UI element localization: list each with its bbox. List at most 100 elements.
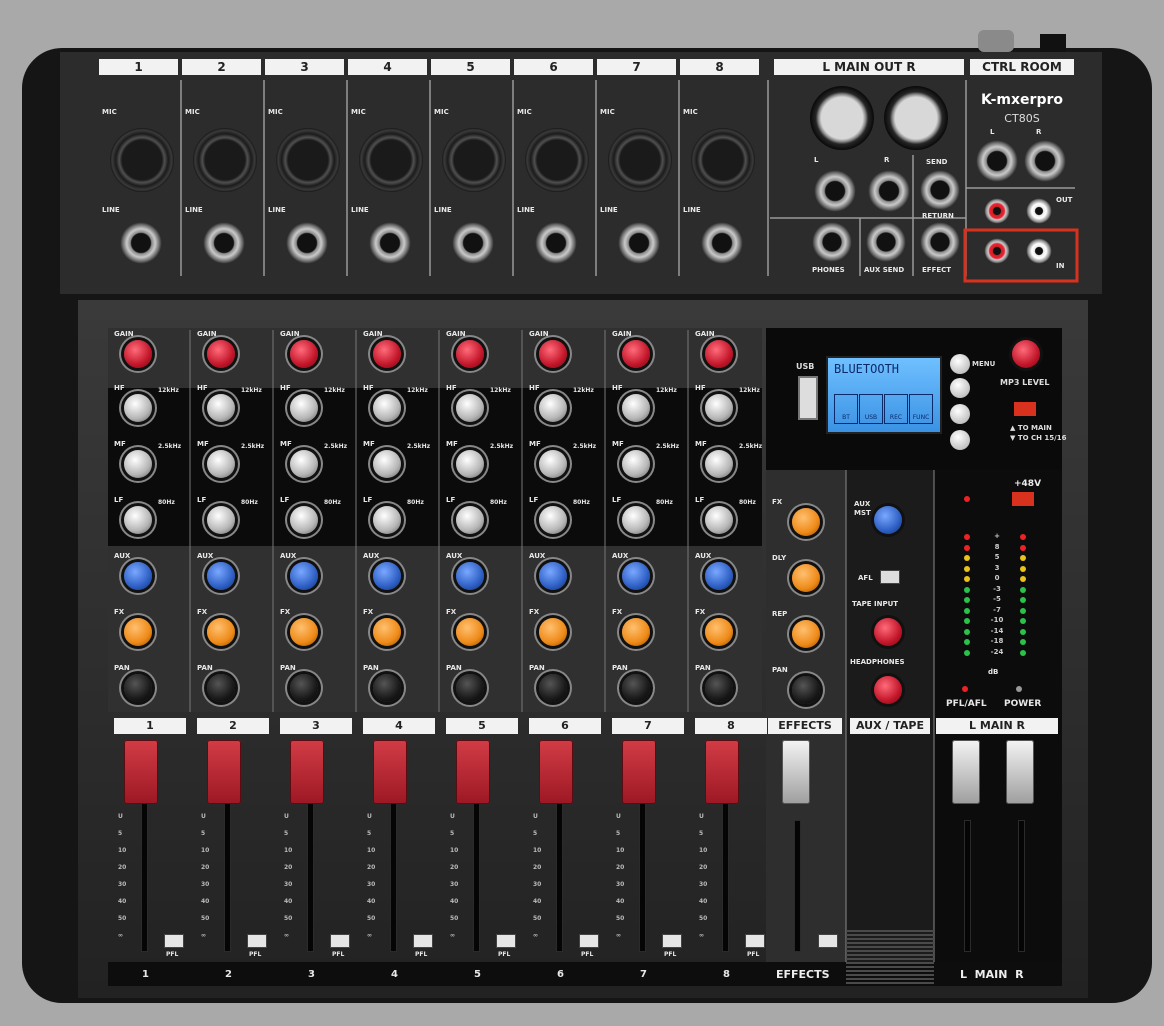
ch3-gain-knob[interactable]	[290, 340, 318, 368]
effects-dly-knob[interactable]	[792, 564, 820, 592]
headphones-knob[interactable]	[874, 676, 902, 704]
ch1-fader[interactable]	[124, 740, 158, 804]
ch8-mf-knob[interactable]	[705, 450, 733, 478]
afl-button[interactable]	[880, 570, 900, 584]
aux-send-jack[interactable]	[866, 222, 906, 262]
mp3-route-switch[interactable]	[1014, 402, 1036, 416]
mic-xlr-2[interactable]	[193, 128, 257, 192]
ch4-aux-knob[interactable]	[373, 562, 401, 590]
line-jack-6[interactable]	[535, 222, 577, 264]
main-l-fader[interactable]	[952, 740, 980, 804]
ch3-pan-knob[interactable]	[290, 674, 318, 702]
ch2-fx-knob[interactable]	[207, 618, 235, 646]
ch4-lf-knob[interactable]	[373, 506, 401, 534]
phones-jack[interactable]	[812, 222, 852, 262]
ctrl-room-l-jack[interactable]	[976, 140, 1018, 182]
ch7-fader[interactable]	[622, 740, 656, 804]
ch4-fader[interactable]	[373, 740, 407, 804]
ch2-pfl-button[interactable]	[247, 934, 267, 948]
ch6-fader[interactable]	[539, 740, 573, 804]
mic-xlr-7[interactable]	[608, 128, 672, 192]
ch3-fx-knob[interactable]	[290, 618, 318, 646]
prev-button[interactable]	[950, 378, 970, 398]
ch6-aux-knob[interactable]	[539, 562, 567, 590]
ch1-fx-knob[interactable]	[124, 618, 152, 646]
ch1-aux-knob[interactable]	[124, 562, 152, 590]
ctrl-room-out-r-rca[interactable]	[1026, 198, 1052, 224]
line-jack-7[interactable]	[618, 222, 660, 264]
effects-rep-knob[interactable]	[792, 620, 820, 648]
mp3-level-knob[interactable]	[1012, 340, 1040, 368]
mic-xlr-6[interactable]	[525, 128, 589, 192]
ch3-mf-knob[interactable]	[290, 450, 318, 478]
ch2-lf-knob[interactable]	[207, 506, 235, 534]
main-out-r-xlr[interactable]	[884, 86, 948, 150]
ch8-lf-knob[interactable]	[705, 506, 733, 534]
effects-fader[interactable]	[782, 740, 810, 804]
ch3-fader[interactable]	[290, 740, 324, 804]
ch3-aux-knob[interactable]	[290, 562, 318, 590]
ch6-mf-knob[interactable]	[539, 450, 567, 478]
ch8-pan-knob[interactable]	[705, 674, 733, 702]
ch7-gain-knob[interactable]	[622, 340, 650, 368]
ch8-hf-knob[interactable]	[705, 394, 733, 422]
mic-xlr-4[interactable]	[359, 128, 423, 192]
menu-button[interactable]	[950, 354, 970, 374]
ch7-fx-knob[interactable]	[622, 618, 650, 646]
usb-port[interactable]	[798, 376, 818, 420]
ch5-hf-knob[interactable]	[456, 394, 484, 422]
ch6-gain-knob[interactable]	[539, 340, 567, 368]
mic-xlr-1[interactable]	[110, 128, 174, 192]
ch4-pfl-button[interactable]	[413, 934, 433, 948]
ch5-pan-knob[interactable]	[456, 674, 484, 702]
line-jack-2[interactable]	[203, 222, 245, 264]
ch4-hf-knob[interactable]	[373, 394, 401, 422]
play-pause-button[interactable]	[950, 430, 970, 450]
ch6-pan-knob[interactable]	[539, 674, 567, 702]
ch1-mf-knob[interactable]	[124, 450, 152, 478]
ch7-lf-knob[interactable]	[622, 506, 650, 534]
phantom-switch[interactable]	[1012, 492, 1034, 506]
ch6-hf-knob[interactable]	[539, 394, 567, 422]
ch5-lf-knob[interactable]	[456, 506, 484, 534]
ch2-pan-knob[interactable]	[207, 674, 235, 702]
ch3-hf-knob[interactable]	[290, 394, 318, 422]
ch8-fx-knob[interactable]	[705, 618, 733, 646]
ch7-hf-knob[interactable]	[622, 394, 650, 422]
ctrl-room-in-r-rca[interactable]	[1026, 238, 1052, 264]
line-jack-3[interactable]	[286, 222, 328, 264]
ch1-hf-knob[interactable]	[124, 394, 152, 422]
ch5-gain-knob[interactable]	[456, 340, 484, 368]
effects-pfl-button[interactable]	[818, 934, 838, 948]
main-r-fader[interactable]	[1006, 740, 1034, 804]
mic-xlr-3[interactable]	[276, 128, 340, 192]
line-jack-4[interactable]	[369, 222, 411, 264]
ch7-aux-knob[interactable]	[622, 562, 650, 590]
ch3-lf-knob[interactable]	[290, 506, 318, 534]
effect-jack[interactable]	[920, 222, 960, 262]
ch4-fx-knob[interactable]	[373, 618, 401, 646]
ch7-mf-knob[interactable]	[622, 450, 650, 478]
ch6-pfl-button[interactable]	[579, 934, 599, 948]
next-button[interactable]	[950, 404, 970, 424]
line-jack-8[interactable]	[701, 222, 743, 264]
ctrl-room-r-jack[interactable]	[1024, 140, 1066, 182]
ch1-lf-knob[interactable]	[124, 506, 152, 534]
send-jack[interactable]	[920, 170, 960, 210]
main-out-r-jack[interactable]	[868, 170, 910, 212]
ch3-pfl-button[interactable]	[330, 934, 350, 948]
ch2-mf-knob[interactable]	[207, 450, 235, 478]
effects-pan-knob[interactable]	[792, 676, 820, 704]
main-out-l-jack[interactable]	[814, 170, 856, 212]
ch7-pan-knob[interactable]	[622, 674, 650, 702]
ch4-gain-knob[interactable]	[373, 340, 401, 368]
line-jack-5[interactable]	[452, 222, 494, 264]
ch5-fx-knob[interactable]	[456, 618, 484, 646]
effects-fx-knob[interactable]	[792, 508, 820, 536]
line-jack-1[interactable]	[120, 222, 162, 264]
ch6-fx-knob[interactable]	[539, 618, 567, 646]
ch1-pan-knob[interactable]	[124, 674, 152, 702]
ch5-pfl-button[interactable]	[496, 934, 516, 948]
ch4-mf-knob[interactable]	[373, 450, 401, 478]
ch8-gain-knob[interactable]	[705, 340, 733, 368]
